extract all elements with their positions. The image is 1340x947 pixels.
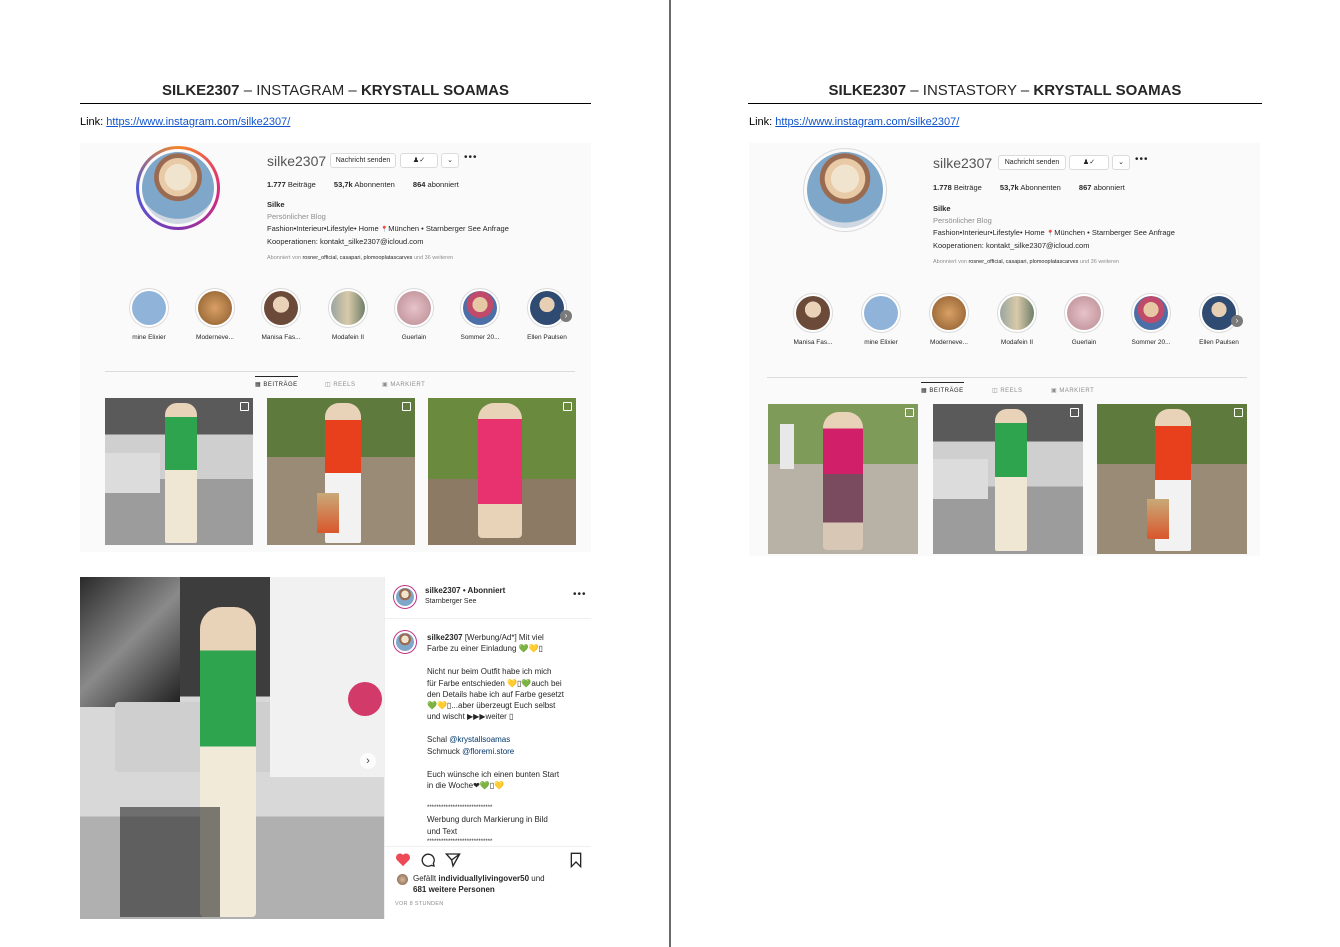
highlights-next-icon[interactable]: › — [1231, 315, 1243, 327]
followed-by[interactable]: Abonniert von rosner_official, casapari,… — [933, 259, 1119, 265]
followers-count[interactable]: 53,7k Abonnenten — [1000, 183, 1061, 192]
title-rule — [748, 103, 1262, 104]
actions-divider — [385, 846, 591, 847]
profile-username: silke2307 — [933, 155, 993, 171]
following-button[interactable]: ♟✓ — [400, 153, 438, 168]
post-thumbnail[interactable] — [267, 398, 415, 545]
profile-bio: Silke Persönlicher Blog Fashion•Interieu… — [933, 203, 1175, 252]
instagram-profile-screenshot: silke2307 Nachricht senden ♟✓ ⌄ ••• 1.77… — [749, 143, 1260, 556]
bio-line-2: Kooperationen: kontakt_silke2307@icloud.… — [267, 237, 424, 246]
next-slide-icon[interactable]: › — [360, 753, 376, 769]
profile-category: Persönlicher Blog — [933, 216, 992, 225]
post-header: silke2307 • Abonniert Starnberger See — [425, 585, 505, 607]
highlight-item[interactable]: Sommer 20... — [1121, 293, 1181, 346]
comment-icon[interactable] — [420, 852, 436, 868]
right-page: SILKE2307 – INSTASTORY – KRYSTALL SOAMAS… — [671, 0, 1340, 947]
caption-avatar[interactable] — [393, 630, 417, 654]
post-thumbnail[interactable] — [428, 398, 576, 545]
profile-category: Persönlicher Blog — [267, 212, 326, 221]
tabs-divider — [105, 371, 575, 372]
liker-avatar[interactable] — [397, 874, 408, 885]
post-caption: silke2307 [Werbung/Ad*] Mit viel Farbe z… — [427, 633, 564, 843]
followed-by[interactable]: Abonniert von rosner_official, casapari,… — [267, 255, 453, 261]
following-button[interactable]: ♟✓ — [1069, 155, 1109, 170]
post-thumbnail[interactable] — [1097, 404, 1247, 554]
bookmark-icon[interactable] — [569, 852, 583, 868]
post-timestamp: VOR 8 STUNDEN — [395, 901, 444, 907]
left-page: SILKE2307 – INSTAGRAM – KRYSTALL SOAMAS … — [0, 0, 669, 947]
tab-tagged[interactable]: ▣ MARKIERT — [1051, 387, 1094, 394]
share-icon[interactable] — [445, 852, 461, 868]
profile-stats: 1.777 Beiträge 53,7k Abonnenten 864 abon… — [267, 180, 459, 189]
post-sidebar: silke2307 • Abonniert Starnberger See ••… — [384, 577, 591, 919]
highlight-item[interactable]: Moderneve... — [185, 288, 245, 341]
post-image[interactable]: › — [80, 577, 384, 919]
profile-link-line: Link: https://www.instagram.com/silke230… — [80, 116, 291, 128]
post-author-username[interactable]: silke2307 — [425, 586, 461, 595]
posts-count: 1.777 Beiträge — [267, 180, 316, 189]
following-count[interactable]: 867 abonniert — [1079, 183, 1125, 192]
followers-count[interactable]: 53,7k Abonnenten — [334, 180, 395, 189]
mention-krystallsoamas[interactable]: @krystallsoamas — [449, 735, 510, 744]
post-location[interactable]: Starnberger See — [425, 596, 505, 607]
highlight-item[interactable]: Modafein II — [987, 293, 1047, 346]
profile-link[interactable]: https://www.instagram.com/silke2307/ — [106, 116, 290, 128]
posts-count: 1.778 Beiträge — [933, 183, 982, 192]
tabs-divider — [767, 377, 1247, 378]
suggestions-button[interactable]: ⌄ — [441, 153, 459, 168]
post-detail-screenshot: › silke2307 • Abonniert Starnberger See … — [80, 577, 591, 919]
post-thumbnail[interactable] — [105, 398, 253, 545]
following-count[interactable]: 864 abonniert — [413, 180, 459, 189]
mention-floremi[interactable]: @floremi.store — [462, 747, 514, 756]
highlight-item[interactable]: Sommer 20... — [450, 288, 510, 341]
profile-stats: 1.778 Beiträge 53,7k Abonnenten 867 abon… — [933, 183, 1125, 192]
profile-bio: Silke Persönlicher Blog Fashion•Interieu… — [267, 199, 509, 248]
tab-posts[interactable]: ▦ BEITRÄGE — [255, 376, 298, 388]
likes-text[interactable]: Gefällt individuallylivingover50 und 681… — [413, 873, 545, 895]
heart-icon[interactable] — [395, 852, 411, 867]
highlight-item[interactable]: Guerlain — [384, 288, 444, 341]
highlight-item[interactable]: Moderneve... — [919, 293, 979, 346]
highlight-item[interactable]: mine Elixier — [851, 293, 911, 346]
highlight-item[interactable]: Modafein II — [318, 288, 378, 341]
suggestions-button[interactable]: ⌄ — [1112, 155, 1130, 170]
tab-tagged[interactable]: ▣ MARKIERT — [382, 381, 425, 388]
post-thumbnail[interactable] — [768, 404, 918, 554]
page-title: SILKE2307 – INSTAGRAM – KRYSTALL SOAMAS — [161, 82, 510, 99]
bio-line-2: Kooperationen: kontakt_silke2307@icloud.… — [933, 241, 1090, 250]
message-button[interactable]: Nachricht senden — [998, 155, 1066, 170]
profile-avatar[interactable] — [136, 146, 220, 230]
bio-line-1: Fashion•Interieur•Lifestyle• Home 📍Münch… — [933, 228, 1175, 237]
highlight-item[interactable]: Manisa Fas... — [251, 288, 311, 341]
post-author-avatar[interactable] — [393, 585, 417, 609]
highlight-item[interactable]: Manisa Fas... — [783, 293, 843, 346]
highlights-next-icon[interactable]: › — [560, 310, 572, 322]
profile-name: Silke — [933, 204, 951, 213]
highlight-item[interactable]: Guerlain — [1054, 293, 1114, 346]
header-divider — [385, 618, 591, 619]
profile-username: silke2307 — [267, 153, 327, 169]
follow-state[interactable]: • Abonniert — [461, 586, 506, 595]
message-button[interactable]: Nachricht senden — [330, 153, 396, 168]
tab-posts[interactable]: ▦ BEITRÄGE — [921, 382, 964, 394]
profile-name: Silke — [267, 200, 285, 209]
highlight-item[interactable]: mine Elixier — [119, 288, 179, 341]
bio-line-1: Fashion•Interieur•Lifestyle• Home 📍Münch… — [267, 224, 509, 233]
profile-avatar[interactable] — [803, 148, 887, 232]
page-title: SILKE2307 – INSTASTORY – KRYSTALL SOAMAS — [828, 82, 1182, 99]
tab-reels[interactable]: ◫ REELS — [992, 387, 1023, 394]
more-options-icon[interactable]: ••• — [1135, 154, 1149, 165]
post-thumbnail[interactable] — [933, 404, 1083, 554]
tab-reels[interactable]: ◫ REELS — [325, 381, 356, 388]
profile-link[interactable]: https://www.instagram.com/silke2307/ — [775, 116, 959, 128]
more-options-icon[interactable]: ••• — [464, 152, 478, 163]
instagram-profile-screenshot: silke2307 Nachricht senden ♟✓ ⌄ ••• 1.77… — [80, 143, 591, 552]
profile-link-line: Link: https://www.instagram.com/silke230… — [749, 116, 960, 128]
title-rule — [80, 103, 591, 104]
post-options-icon[interactable]: ••• — [573, 589, 587, 600]
